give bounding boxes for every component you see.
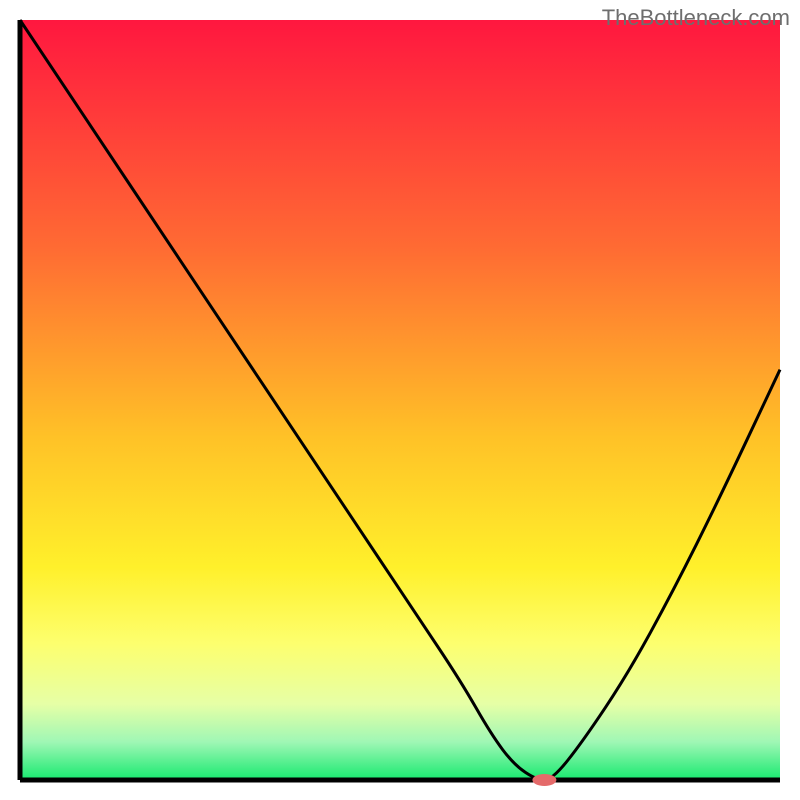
chart-container: TheBottleneck.com: [0, 0, 800, 800]
optimal-marker: [532, 774, 556, 786]
watermark-text: TheBottleneck.com: [602, 5, 790, 31]
bottleneck-chart: [0, 0, 800, 800]
plot-background: [20, 20, 780, 780]
